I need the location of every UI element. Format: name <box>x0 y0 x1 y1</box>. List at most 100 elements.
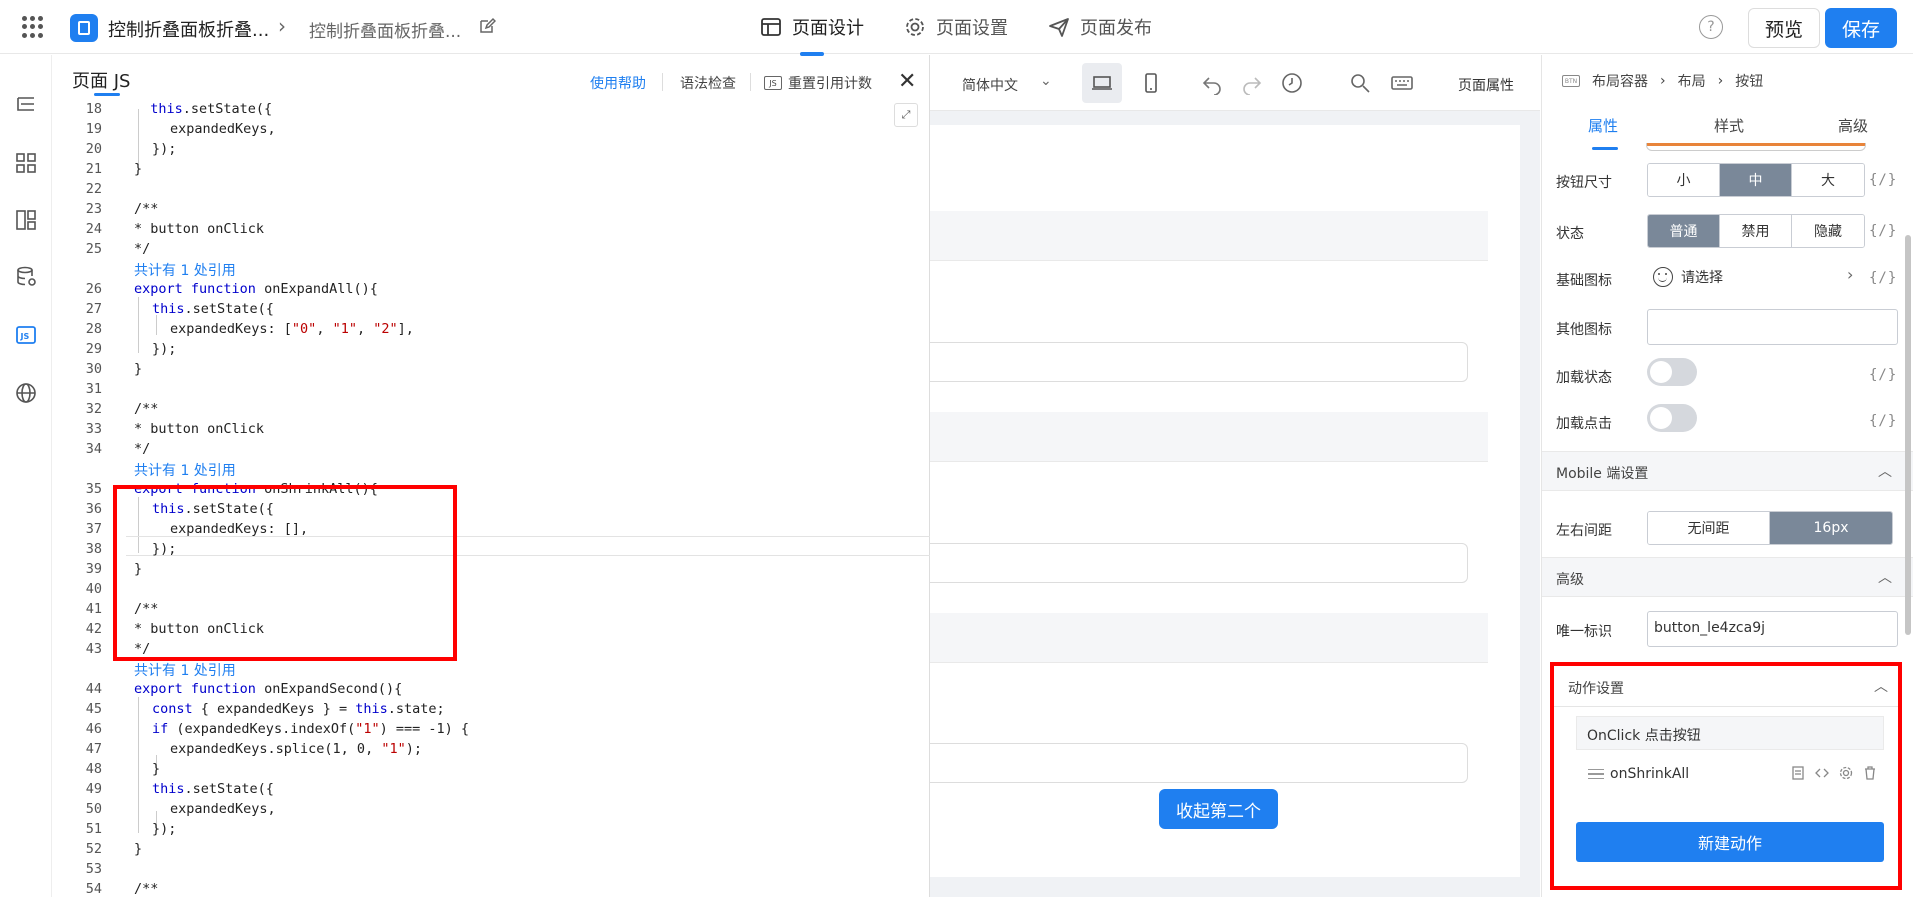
highlight-box-onshrinkall <box>113 485 457 661</box>
color-bar <box>1646 143 1866 151</box>
trash-icon[interactable] <box>1862 765 1878 781</box>
variable-binding-icon[interactable]: {/} <box>1869 172 1897 188</box>
size-small-option[interactable]: 小 <box>1648 164 1720 196</box>
chevron-up-icon[interactable]: ︿ <box>1878 461 1892 481</box>
js-file-icon: JS <box>764 76 782 90</box>
collapse-second-button[interactable]: 收起第二个 <box>1159 789 1278 829</box>
chevron-down-icon[interactable]: ⌄ <box>1040 73 1052 89</box>
components-grid-icon[interactable] <box>14 151 38 175</box>
gear-icon[interactable] <box>1838 765 1854 781</box>
history-icon[interactable] <box>1280 71 1304 95</box>
redo-icon[interactable] <box>1240 71 1264 95</box>
save-button[interactable]: 保存 <box>1825 8 1897 48</box>
language-select[interactable]: 简体中文 <box>962 75 1018 95</box>
document-icon[interactable] <box>1790 765 1806 781</box>
state-disabled-option[interactable]: 禁用 <box>1720 215 1792 247</box>
collapse-panel-header[interactable] <box>930 412 1488 462</box>
base-icon-picker[interactable]: 请选择 <box>1653 267 1723 287</box>
chevron-up-icon[interactable]: ︿ <box>1878 567 1892 587</box>
chevron-right-icon[interactable]: › <box>1847 265 1853 284</box>
loading-click-toggle[interactable] <box>1647 404 1697 432</box>
datasource-icon[interactable] <box>14 265 38 289</box>
reference-count-note[interactable]: 共计有 1 处引用 <box>134 461 236 481</box>
tab-page-settings[interactable]: 页面设置 <box>904 14 1008 40</box>
breadcrumb-page[interactable]: 控制折叠面板折叠... <box>309 17 461 42</box>
editor-title-indicator <box>94 93 120 96</box>
usage-help-link[interactable]: 使用帮助 <box>590 73 646 93</box>
layout-icon[interactable] <box>14 208 38 232</box>
mobile-icon[interactable] <box>1139 71 1163 95</box>
undo-icon[interactable] <box>1200 71 1224 95</box>
variable-binding-icon[interactable]: {/} <box>1869 270 1897 286</box>
spacing-none-option[interactable]: 无间距 <box>1648 512 1770 544</box>
action-item[interactable]: onShrinkAll <box>1576 756 1884 792</box>
tab-page-design[interactable]: 页面设计 <box>760 14 864 40</box>
mobile-settings-section[interactable]: Mobile 端设置 ︿ <box>1542 451 1913 491</box>
design-canvas: 简体中文 ⌄ 页面属性 收起第二个 <box>930 55 1540 897</box>
globe-icon[interactable] <box>14 381 38 405</box>
svg-text:JS: JS <box>20 332 30 341</box>
breadcrumb-layout[interactable]: 布局 <box>1678 71 1706 91</box>
toolbar-divider <box>750 73 751 91</box>
tab-advanced[interactable]: 高级 <box>1838 115 1868 136</box>
gear-icon <box>906 18 924 36</box>
code-icon[interactable] <box>1814 765 1830 781</box>
edit-icon[interactable] <box>478 17 496 35</box>
canvas-page: 收起第二个 <box>930 125 1520 877</box>
js-code-icon[interactable]: JS <box>14 323 38 347</box>
action-settings-header[interactable]: 动作设置 ︿ <box>1558 669 1894 703</box>
code-area[interactable]: 18 this.setState({ 19 expandedKeys, 20});… <box>56 99 930 897</box>
reset-refcount-button[interactable]: JS 重置引用计数 <box>764 73 872 93</box>
chevron-up-icon[interactable]: ︿ <box>1874 676 1888 696</box>
desktop-icon[interactable] <box>1090 71 1114 95</box>
send-icon <box>1049 18 1069 37</box>
variable-binding-icon[interactable]: {/} <box>1869 367 1897 383</box>
indent-guide <box>138 697 139 833</box>
help-icon[interactable]: ? <box>1699 15 1723 39</box>
app-title[interactable]: 控制折叠面板折叠... <box>108 16 269 42</box>
action-name: onShrinkAll <box>1610 766 1690 782</box>
spacing-16px-option[interactable]: 16px <box>1770 512 1892 544</box>
loading-state-toggle[interactable] <box>1647 358 1697 386</box>
breadcrumb-layout-container[interactable]: 布局容器 <box>1592 71 1648 91</box>
outline-tree-icon[interactable] <box>14 93 38 117</box>
preview-button[interactable]: 预览 <box>1748 8 1820 48</box>
tab-attributes[interactable]: 属性 <box>1588 115 1618 136</box>
reference-count-note[interactable]: 共计有 1 处引用 <box>134 261 236 281</box>
search-icon[interactable] <box>1348 71 1372 95</box>
button-component-icon: BTN <box>1562 75 1580 87</box>
canvas-input[interactable] <box>930 543 1468 583</box>
tab-style[interactable]: 样式 <box>1714 115 1744 136</box>
state-hidden-option[interactable]: 隐藏 <box>1792 215 1864 247</box>
window-icon <box>761 18 781 36</box>
reference-count-note[interactable]: 共计有 1 处引用 <box>134 661 236 681</box>
other-icon-input[interactable] <box>1647 309 1898 345</box>
page-properties-button[interactable]: 页面属性 <box>1458 75 1514 95</box>
size-large-option[interactable]: 大 <box>1792 164 1864 196</box>
new-action-button[interactable]: 新建动作 <box>1576 822 1884 862</box>
variable-binding-icon[interactable]: {/} <box>1869 223 1897 239</box>
advanced-section[interactable]: 高级 ︿ <box>1542 557 1913 597</box>
close-icon[interactable]: ✕ <box>898 69 916 94</box>
drag-handle-icon[interactable] <box>1588 769 1604 779</box>
app-grid-icon[interactable] <box>22 16 44 38</box>
variable-binding-icon[interactable]: {/} <box>1869 413 1897 429</box>
keyboard-icon[interactable] <box>1390 71 1414 95</box>
collapse-panel-header[interactable] <box>930 613 1488 663</box>
breadcrumb-chevron-icon: › <box>278 14 286 38</box>
base-icon-label: 基础图标 <box>1556 273 1612 289</box>
canvas-input[interactable] <box>930 743 1468 783</box>
unique-id-input[interactable]: button_le4zca9j <box>1647 611 1898 647</box>
app-logo-icon <box>70 14 98 42</box>
size-medium-option[interactable]: 中 <box>1720 164 1792 196</box>
button-size-label: 按钮尺寸 <box>1556 175 1612 191</box>
breadcrumb-button[interactable]: 按钮 <box>1735 71 1763 91</box>
state-normal-option[interactable]: 普通 <box>1648 215 1720 247</box>
left-toolbar: JS <box>0 55 52 897</box>
syntax-check-button[interactable]: 语法检查 <box>680 73 736 93</box>
canvas-input[interactable] <box>930 342 1468 382</box>
tab-page-publish[interactable]: 页面发布 <box>1048 14 1152 40</box>
collapse-panel-header[interactable] <box>930 211 1488 261</box>
properties-scrollbar[interactable] <box>1905 235 1911 635</box>
loading-state-label: 加载状态 <box>1556 370 1612 386</box>
